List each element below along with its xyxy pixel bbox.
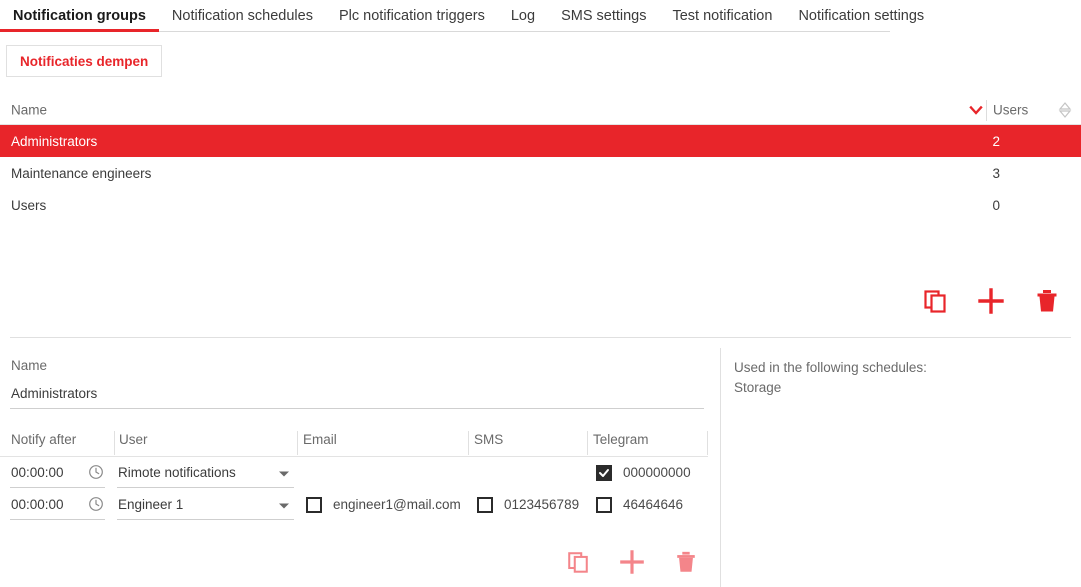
column-header-user: User (119, 432, 148, 447)
sms-checkbox[interactable] (477, 497, 493, 513)
detail-name-label: Name (11, 358, 48, 373)
group-user-count: 3 (992, 165, 1000, 181)
delete-group-button[interactable] (1032, 288, 1062, 318)
telegram-checkbox[interactable] (596, 497, 612, 513)
column-header-sms: SMS (474, 432, 504, 447)
column-divider (707, 431, 708, 455)
copy-recipient-button[interactable] (563, 549, 593, 579)
mute-notifications-button[interactable]: Notificaties dempen (6, 45, 163, 77)
column-divider (468, 431, 469, 455)
tab-label: SMS settings (561, 8, 647, 24)
tab-log[interactable]: Log (498, 0, 548, 32)
notify-after-input[interactable]: 00:00:00 (11, 497, 64, 512)
group-user-count: 2 (992, 133, 1000, 149)
notify-after-underline (10, 487, 105, 488)
group-name: Users (11, 197, 47, 213)
plus-icon (977, 287, 1005, 320)
column-header-name[interactable]: Name (11, 103, 47, 118)
telegram-value: 46464646 (623, 497, 684, 512)
sms-value: 0123456789 (504, 497, 580, 512)
column-divider (297, 431, 298, 455)
table-row[interactable]: Administrators 2 (0, 125, 1081, 157)
chevron-down-icon[interactable] (278, 502, 290, 510)
groups-table: Name Users Administrators 2 Maintenance … (0, 96, 1081, 221)
user-select-value[interactable]: Rimote notifications (118, 465, 236, 480)
tab-label: Log (510, 8, 536, 24)
tab-notification-groups[interactable]: Notification groups (0, 0, 159, 32)
tab-label: Test notification (672, 8, 773, 24)
tab-label: Notification groups (13, 8, 146, 24)
tab-notification-schedules[interactable]: Notification schedules (159, 0, 326, 32)
panel-divider (10, 337, 1071, 338)
group-name: Maintenance engineers (11, 165, 152, 181)
add-recipient-button[interactable] (617, 549, 647, 579)
tab-label: Plc notification triggers (338, 8, 485, 24)
column-divider (587, 431, 588, 455)
recipients-table-header: Notify after User Email SMS Telegram (0, 429, 708, 457)
notify-after-underline (10, 519, 105, 520)
clock-icon[interactable] (88, 464, 104, 480)
user-select-underline (117, 519, 294, 520)
detail-name-underline (10, 408, 704, 409)
groups-action-bar (920, 287, 1062, 320)
user-select-underline (117, 487, 294, 488)
sort-updown-icon[interactable] (1057, 101, 1073, 119)
delete-recipient-button[interactable] (671, 549, 701, 579)
column-header-email: Email (303, 432, 337, 447)
header-divider (986, 100, 987, 121)
recipient-row: 00:00:00 Engineer 1 engineer1@mail.com 0… (0, 491, 708, 523)
user-select-value[interactable]: Engineer 1 (118, 497, 183, 512)
notification-groups-page: Notification groups Notification schedul… (0, 0, 1081, 587)
telegram-checkbox[interactable] (596, 465, 612, 481)
column-header-users[interactable]: Users (993, 103, 1028, 118)
tab-label: Notification schedules (171, 8, 313, 24)
group-user-count: 0 (992, 197, 1000, 213)
groups-table-header: Name Users (0, 96, 1081, 125)
notify-after-input[interactable]: 00:00:00 (11, 465, 64, 480)
group-name: Administrators (11, 133, 98, 149)
used-in-title: Used in the following schedules: (734, 360, 927, 375)
table-row[interactable]: Users 0 (0, 189, 1081, 221)
telegram-value: 000000000 (623, 465, 691, 480)
tab-sms-settings[interactable]: SMS settings (548, 0, 659, 32)
email-value: engineer1@mail.com (333, 497, 461, 512)
copy-icon (922, 288, 948, 319)
detail-vertical-divider (720, 348, 721, 587)
tab-test-notification[interactable]: Test notification (659, 0, 785, 32)
used-in-schedules-panel: Used in the following schedules: Storage (734, 358, 927, 398)
plus-icon (619, 549, 645, 580)
used-in-item: Storage (734, 380, 782, 395)
chevron-down-icon[interactable] (968, 102, 984, 118)
copy-icon (566, 550, 590, 579)
copy-group-button[interactable] (920, 288, 950, 318)
column-header-notify-after: Notify after (11, 432, 77, 447)
chevron-down-icon[interactable] (278, 470, 290, 478)
trash-icon (1034, 288, 1060, 319)
trash-icon (674, 550, 698, 579)
tab-plc-notification-triggers[interactable]: Plc notification triggers (326, 0, 498, 32)
column-header-telegram: Telegram (593, 432, 649, 447)
recipients-action-bar (563, 549, 701, 579)
tab-label: Notification settings (798, 8, 925, 24)
add-group-button[interactable] (976, 287, 1006, 320)
table-row[interactable]: Maintenance engineers 3 (0, 157, 1081, 189)
email-checkbox[interactable] (306, 497, 322, 513)
tab-notification-settings[interactable]: Notification settings (785, 0, 937, 32)
column-divider (114, 431, 115, 455)
detail-name-input[interactable]: Administrators (11, 386, 97, 401)
mute-notifications-label: Notificaties dempen (20, 53, 149, 69)
recipient-row: 00:00:00 Rimote notifications 000000000 (0, 459, 708, 491)
clock-icon[interactable] (88, 496, 104, 512)
tabbar: Notification groups Notification schedul… (0, 0, 1081, 32)
